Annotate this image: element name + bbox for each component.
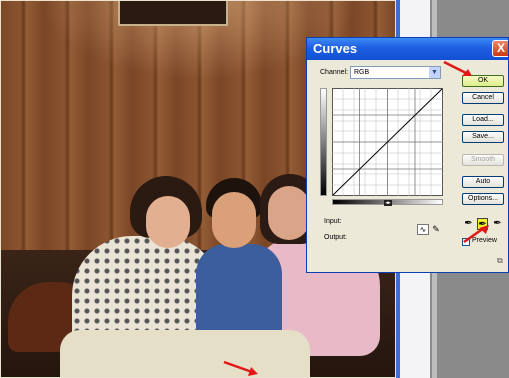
person-middle-body: [196, 244, 282, 344]
pencil-icon[interactable]: ✎: [431, 224, 441, 235]
black-eyedropper-icon[interactable]: ✒: [463, 218, 474, 230]
preview-checkbox[interactable]: ✓: [462, 238, 470, 246]
person-left-face: [146, 196, 190, 248]
ok-button[interactable]: OK: [462, 75, 504, 87]
output-gradient-bar: [320, 88, 327, 196]
close-icon[interactable]: X: [492, 40, 508, 57]
curves-dialog: Curves X Channel: RGB ▼ ◂▸ Input: Output…: [306, 37, 509, 273]
curve-tool-icon[interactable]: ∿: [417, 224, 429, 235]
white-eyedropper-icon[interactable]: ✒: [492, 218, 503, 230]
wall-picture-frame: [118, 0, 228, 26]
input-label: Input:: [324, 218, 342, 225]
output-label: Output:: [324, 234, 347, 241]
dialog-titlebar[interactable]: Curves X: [307, 38, 508, 60]
person-right-face: [268, 186, 310, 240]
curve-graph[interactable]: [332, 88, 443, 196]
cancel-button[interactable]: Cancel: [462, 92, 504, 104]
auto-button[interactable]: Auto: [462, 176, 504, 188]
channel-select[interactable]: RGB ▼: [350, 66, 441, 79]
gray-eyedropper-icon[interactable]: ✒: [477, 218, 488, 230]
load-button[interactable]: Load...: [462, 114, 504, 126]
channel-label: Channel:: [320, 69, 349, 76]
channel-value: RGB: [354, 69, 370, 76]
legs: [60, 330, 310, 378]
smooth-button[interactable]: Smooth: [462, 154, 504, 166]
gradient-toggle-icon[interactable]: ◂▸: [384, 200, 392, 206]
save-button[interactable]: Save...: [462, 131, 504, 143]
preview-label: Preview: [472, 237, 497, 244]
dialog-title: Curves: [313, 41, 358, 56]
options-button[interactable]: Options...: [462, 193, 504, 205]
chevron-down-icon[interactable]: ▼: [429, 67, 440, 78]
resize-grip-icon[interactable]: ⧉: [497, 256, 503, 266]
person-middle-face: [212, 192, 256, 248]
